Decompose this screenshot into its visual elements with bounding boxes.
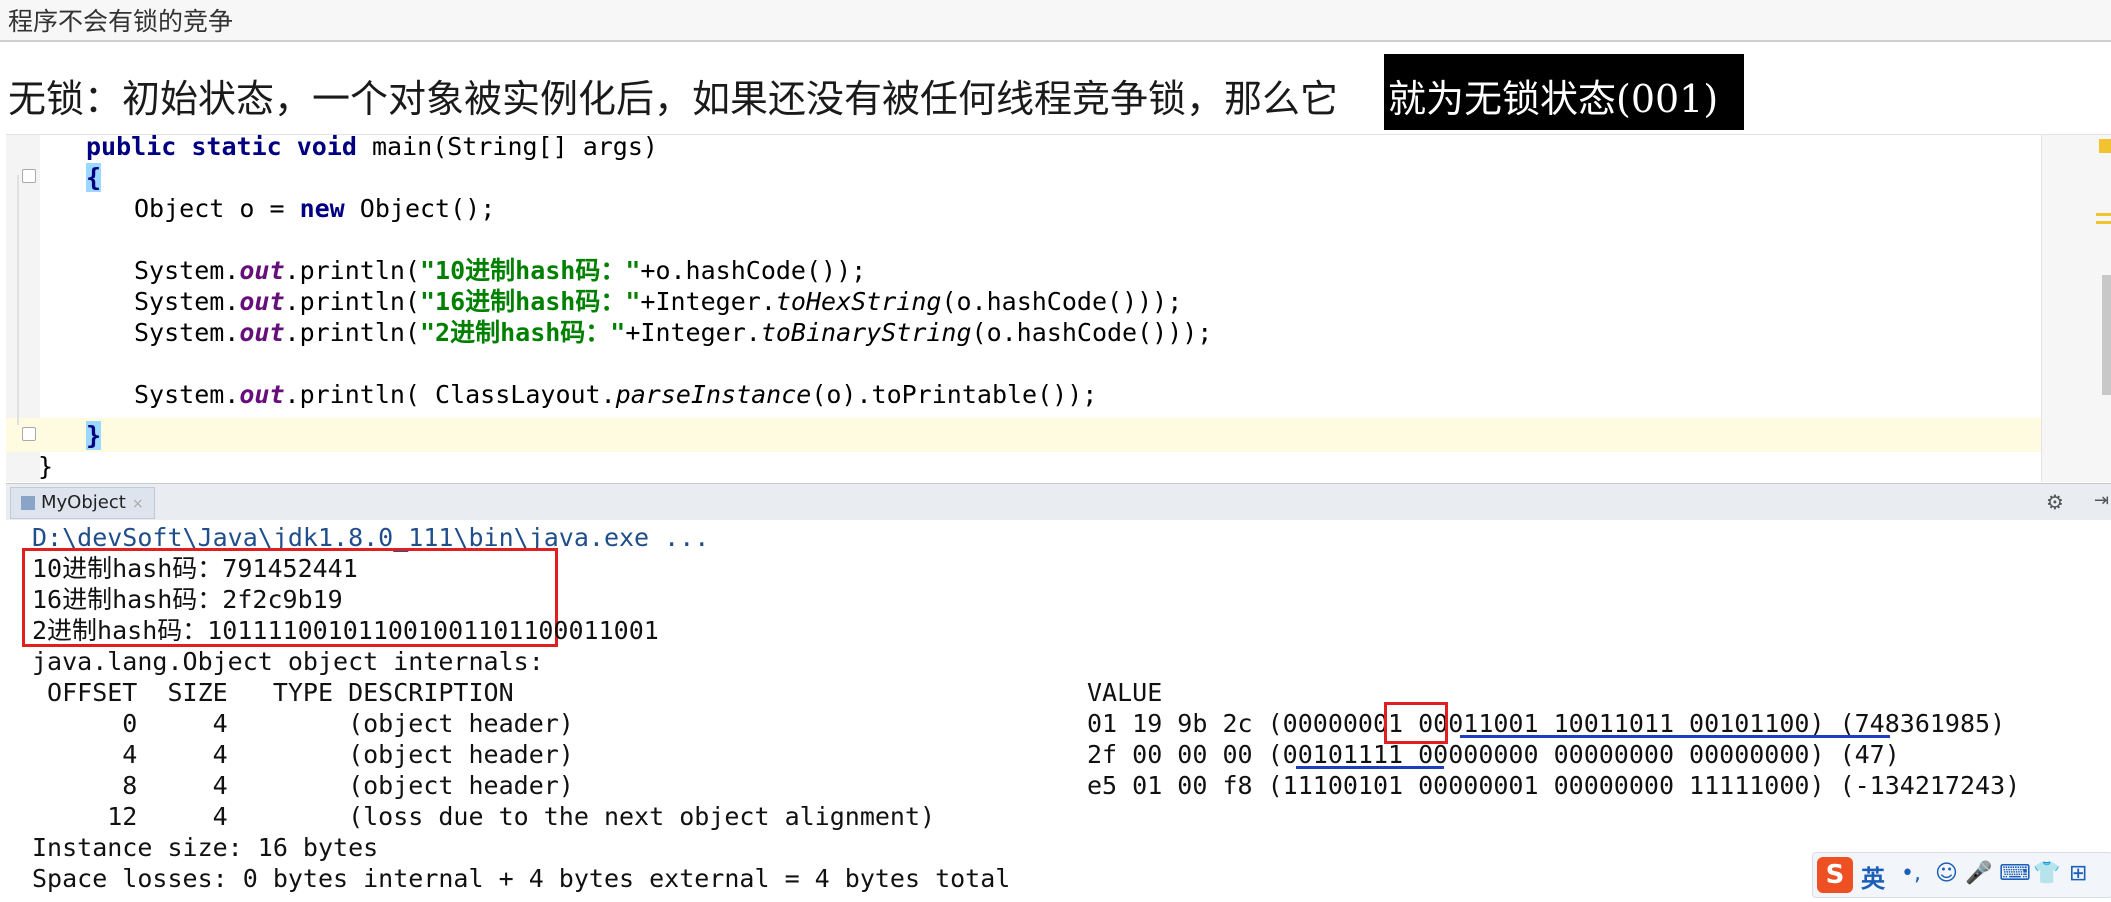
sogou-logo-icon[interactable]: S bbox=[1817, 857, 1853, 893]
microphone-icon[interactable]: 🎤 bbox=[1965, 861, 1992, 886]
toolbox-icon[interactable]: ⊞ bbox=[2069, 861, 2087, 886]
error-stripe-mark[interactable] bbox=[2096, 221, 2111, 224]
gear-icon[interactable]: ⚙ bbox=[2046, 490, 2064, 514]
code-line-class-close: } bbox=[38, 451, 53, 483]
code-text: } bbox=[38, 452, 54, 481]
ime-language-toggle[interactable]: 英 bbox=[1861, 859, 1885, 894]
console-hash-line: 10进制hash码：791452441 bbox=[32, 554, 358, 583]
skin-icon[interactable]: 👕 bbox=[2033, 861, 2060, 886]
run-config-icon bbox=[21, 496, 35, 510]
code-keyword: new bbox=[299, 194, 345, 223]
code-text: +Integer. bbox=[625, 318, 761, 347]
console-row-left: 8 4 (object header) bbox=[32, 771, 574, 800]
code-line-new-object: Object o = new Object(); bbox=[134, 193, 495, 225]
code-text: .println( bbox=[284, 256, 420, 285]
console-hash-line: 16进制hash码：2f2c9b19 bbox=[32, 585, 343, 614]
code-string: "2进制hash码：" bbox=[419, 318, 626, 347]
code-text: .println( ClassLayout. bbox=[284, 380, 616, 409]
lock-bits-highlight-box bbox=[1384, 702, 1448, 744]
tab-label: MyObject bbox=[41, 492, 126, 513]
current-line-highlight bbox=[6, 418, 2041, 452]
code-line-main: public static void main(String[] args) bbox=[86, 131, 658, 163]
code-text: (o.hashCode())); bbox=[971, 318, 1213, 347]
code-text: System. bbox=[134, 256, 240, 285]
page-title: 程序不会有锁的竞争 bbox=[8, 7, 234, 36]
keyboard-icon[interactable]: ⌨ bbox=[1999, 861, 2031, 886]
console-row-left: 12 4 (loss due to the next object alignm… bbox=[32, 802, 936, 831]
hide-panel-icon[interactable]: ⇥ bbox=[2094, 490, 2109, 511]
emoji-icon[interactable]: ☺ bbox=[1935, 861, 1958, 886]
close-icon[interactable]: × bbox=[132, 496, 144, 512]
tab-myobject[interactable]: MyObject × bbox=[10, 487, 155, 519]
matched-brace: } bbox=[86, 421, 102, 450]
code-field: out bbox=[239, 287, 285, 316]
hash-bits-underline bbox=[1296, 766, 1444, 769]
console-row-value: e5 01 00 f8 (11100101 00000001 00000000 … bbox=[1087, 771, 2021, 800]
console-instance-size: Instance size: 16 bytes bbox=[32, 833, 379, 862]
heading-highlight-box: 就为无锁状态(001) bbox=[1384, 54, 1744, 130]
code-text: System. bbox=[134, 287, 240, 316]
code-string: "16进制hash码：" bbox=[419, 287, 641, 316]
warning-marker-icon[interactable] bbox=[2099, 139, 2111, 153]
editor-right-gutter bbox=[2041, 135, 2111, 482]
code-text: Object o = bbox=[134, 194, 300, 223]
code-text: .println( bbox=[284, 318, 420, 347]
heading-plain-text: 无锁：初始状态，一个对象被实例化后，如果还没有被任何线程竞争锁，那么它 bbox=[8, 77, 1339, 121]
code-field: out bbox=[239, 318, 285, 347]
code-line-classlayout: System.out.println( ClassLayout.parseIns… bbox=[134, 379, 1097, 411]
console-row-left: 0 4 (object header) bbox=[32, 709, 574, 738]
code-text: (o.hashCode())); bbox=[941, 287, 1183, 316]
console-row-left: 4 4 (object header) bbox=[32, 740, 574, 769]
code-static-method: toHexString bbox=[775, 287, 942, 316]
ime-toolbar[interactable]: S 英 •, ☺ 🎤 ⌨ 👕 ⊞ bbox=[1812, 852, 2111, 898]
code-text: Object(); bbox=[344, 194, 496, 223]
code-text: +Integer. bbox=[640, 287, 776, 316]
console-value-header: VALUE bbox=[1087, 678, 1163, 707]
hash-bits-underline bbox=[1460, 735, 1890, 738]
code-line-close-brace: } bbox=[86, 420, 102, 452]
code-text: .println( bbox=[284, 287, 420, 316]
matched-brace: { bbox=[86, 163, 102, 192]
editor-scrollbar[interactable] bbox=[2102, 275, 2111, 395]
code-line-open-brace: { bbox=[86, 162, 102, 194]
console-row-value: 2f 00 00 00 (00101111 00000000 00000000 … bbox=[1087, 740, 1900, 769]
fold-marker-icon[interactable] bbox=[22, 169, 36, 183]
code-field: out bbox=[239, 256, 285, 285]
console-table-header: OFFSET SIZE TYPE DESCRIPTION bbox=[32, 678, 514, 707]
error-stripe-mark[interactable] bbox=[2096, 213, 2111, 216]
code-line-println-16: System.out.println("16进制hash码："+Integer.… bbox=[134, 286, 1182, 318]
code-text: main(String[] args) bbox=[356, 132, 658, 161]
heading-highlight-text: 就为无锁状态(001) bbox=[1388, 77, 1719, 121]
console-hash-line: 2进制hash码：101111001011001001101100011001 bbox=[32, 616, 659, 645]
code-line-println-2: System.out.println("2进制hash码："+Integer.t… bbox=[134, 317, 1212, 349]
video-title-bar: 程序不会有锁的竞争 bbox=[0, 0, 2111, 42]
code-text: System. bbox=[134, 318, 240, 347]
code-keyword: public static void bbox=[86, 132, 357, 161]
console-space-losses: Space losses: 0 bytes internal + 4 bytes… bbox=[32, 864, 1011, 893]
indent-guide bbox=[17, 175, 19, 425]
fold-marker-icon[interactable] bbox=[22, 427, 36, 441]
code-text: (o).toPrintable()); bbox=[811, 380, 1098, 409]
code-static-method: toBinaryString bbox=[760, 318, 972, 347]
run-console[interactable]: D:\devSoft\Java\jdk1.8.0_111\bin\java.ex… bbox=[6, 520, 2111, 902]
run-tool-window-header: MyObject × ⚙ ⇥ bbox=[6, 483, 2111, 521]
code-text: System. bbox=[134, 380, 240, 409]
console-internals-title: java.lang.Object object internals: bbox=[32, 647, 544, 676]
code-editor[interactable]: public static void main(String[] args) {… bbox=[6, 131, 2111, 483]
punctuation-icon[interactable]: •, bbox=[1901, 861, 1921, 886]
code-line-println-10: System.out.println("10进制hash码："+o.hashCo… bbox=[134, 255, 866, 287]
code-field: out bbox=[239, 380, 285, 409]
code-static-method: parseInstance bbox=[615, 380, 812, 409]
code-text: +o.hashCode()); bbox=[640, 256, 867, 285]
code-string: "10进制hash码：" bbox=[419, 256, 641, 285]
